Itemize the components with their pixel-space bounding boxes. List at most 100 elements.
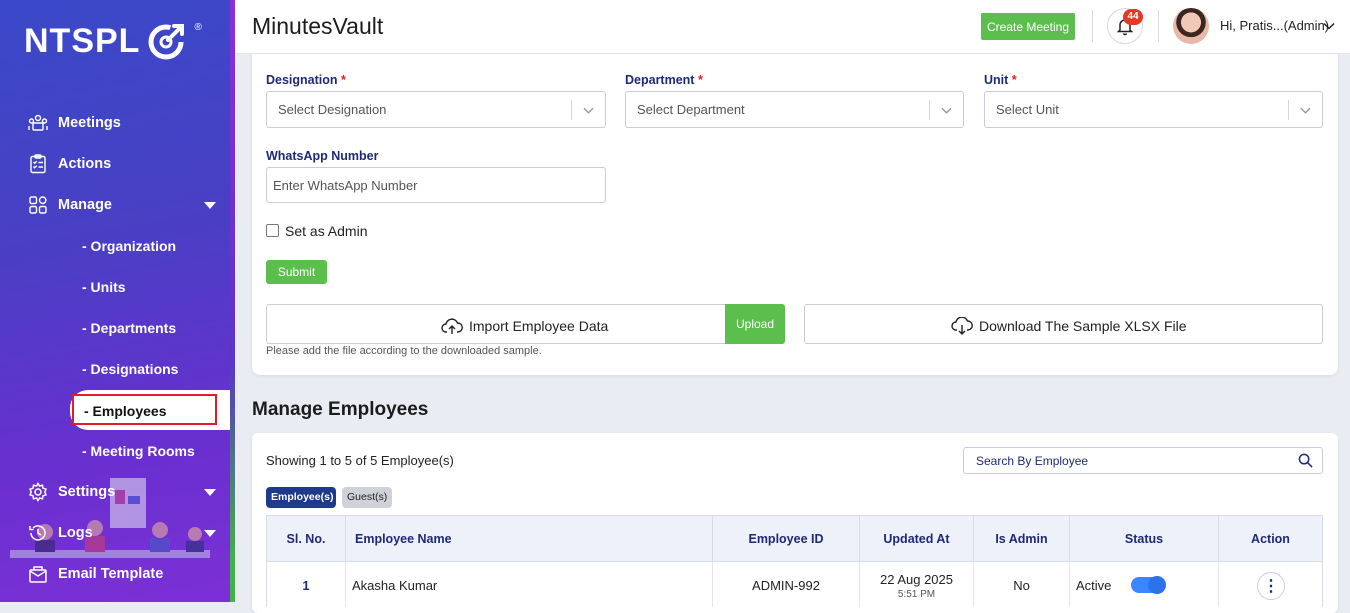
cell-employee-name: Akasha Kumar — [346, 562, 713, 607]
sidebar-item-label: Logs — [58, 525, 93, 541]
sidebar-item-email-template[interactable]: Email Template — [28, 562, 163, 586]
table-header: Sl. No. Employee Name Employee ID Update… — [266, 515, 1323, 562]
cloud-download-icon — [951, 317, 973, 335]
sidebar-subitem-units[interactable]: - Units — [82, 279, 126, 299]
brand-logo[interactable]: NTSPL ® — [24, 20, 202, 62]
status-toggle[interactable] — [1131, 576, 1166, 594]
sidebar-item-label: Actions — [58, 156, 112, 172]
table-row: 1 Akasha Kumar ADMIN-992 22 Aug 2025 5:5… — [266, 562, 1323, 607]
search-icon[interactable] — [1298, 453, 1313, 468]
download-sample-text: Download The Sample XLSX File — [979, 318, 1187, 334]
cloud-upload-icon — [441, 318, 463, 334]
manage-grid-icon — [29, 196, 47, 214]
showing-count: Showing 1 to 5 of 5 Employee(s) — [266, 453, 454, 468]
department-label-text: Department — [625, 73, 695, 87]
logo-arrow-icon — [148, 24, 185, 60]
user-greeting[interactable]: Hi, Pratis...(Admin) — [1220, 18, 1329, 33]
sidebar-edge-accent — [230, 0, 235, 602]
section-title: Manage Employees — [252, 399, 429, 420]
set-admin-label[interactable]: Set as Admin — [285, 223, 368, 239]
submit-button[interactable]: Submit — [266, 260, 327, 284]
updated-time: 5:51 PM — [897, 589, 936, 600]
sidebar-item-meetings[interactable]: Meetings — [28, 111, 121, 135]
column-header[interactable]: Status — [1070, 516, 1219, 561]
column-header[interactable]: Employee Name — [346, 516, 713, 561]
sidebar-item-actions[interactable]: Actions — [28, 152, 111, 176]
status-text: Active — [1076, 578, 1112, 593]
actions-checklist-icon — [30, 154, 46, 174]
sidebar-item-logs[interactable]: Logs — [28, 521, 93, 545]
import-employee-dropzone[interactable]: Import Employee Data Upload — [266, 304, 785, 344]
unit-placeholder: Select Unit — [996, 102, 1059, 117]
cell-sl-no: 1 — [267, 562, 346, 607]
unit-label: Unit * — [984, 73, 1017, 87]
whatsapp-number-input[interactable]: Enter WhatsApp Number — [266, 167, 606, 203]
required-mark: * — [697, 73, 703, 87]
cell-is-admin: No — [974, 562, 1070, 607]
manage-expand-caret-icon[interactable] — [204, 202, 216, 209]
select-separator — [571, 100, 572, 120]
logs-expand-caret-icon[interactable] — [204, 530, 216, 537]
column-header[interactable]: Sl. No. — [267, 516, 346, 561]
notification-count-badge: 44 — [1123, 9, 1143, 25]
sidebar-subitem-departments[interactable]: - Departments — [82, 320, 176, 340]
department-select[interactable]: Select Department — [625, 91, 964, 128]
sidebar-subitem-employees[interactable]: - Employees — [72, 394, 217, 425]
create-meeting-button[interactable]: Create Meeting — [981, 13, 1075, 40]
logo-text: NTSPL — [24, 21, 141, 60]
required-mark: * — [1011, 73, 1017, 87]
employee-search-input[interactable]: Search By Employee — [963, 447, 1323, 474]
sidebar-subitem-organization[interactable]: - Organization — [82, 238, 176, 258]
header-divider — [1092, 10, 1093, 42]
download-sample-button[interactable]: Download The Sample XLSX File — [804, 304, 1323, 344]
tab-employees[interactable]: Employee(s) — [266, 487, 336, 508]
cell-updated-at: 22 Aug 2025 5:51 PM — [860, 562, 974, 607]
tab-guests[interactable]: Guest(s) — [342, 487, 392, 508]
designation-label: Designation * — [266, 73, 346, 87]
unit-select[interactable]: Select Unit — [984, 91, 1323, 128]
designation-placeholder: Select Designation — [278, 102, 387, 117]
chevron-down-icon — [1300, 107, 1311, 114]
upload-hint: Please add the file according to the dow… — [266, 345, 542, 357]
settings-expand-caret-icon[interactable] — [204, 489, 216, 496]
import-employee-text: Import Employee Data — [469, 318, 609, 334]
sidebar-item-settings[interactable]: Settings — [28, 480, 115, 504]
select-separator — [929, 100, 930, 120]
top-header: MinutesVault Create Meeting 44 Hi, Prati… — [235, 0, 1350, 54]
column-header[interactable]: Updated At — [860, 516, 974, 561]
unit-label-text: Unit — [984, 73, 1009, 87]
sidebar: NTSPL ® Meetings Actions Manage - Organi… — [0, 0, 230, 602]
sidebar-item-manage[interactable]: Manage — [28, 193, 112, 217]
import-employee-label: Import Employee Data — [441, 317, 608, 335]
sidebar-item-label: Email Template — [58, 566, 164, 582]
user-avatar[interactable] — [1173, 8, 1209, 44]
app-title: MinutesVault — [252, 13, 384, 39]
sidebar-item-label: Settings — [58, 484, 116, 500]
chevron-down-icon — [941, 107, 952, 114]
logo-registered-mark: ® — [194, 21, 202, 33]
download-sample-label: Download The Sample XLSX File — [951, 317, 1187, 335]
column-header[interactable]: Employee ID — [713, 516, 860, 561]
sidebar-item-label: Manage — [58, 197, 112, 213]
required-mark: * — [341, 73, 346, 87]
meetings-icon — [28, 114, 48, 131]
more-options-icon[interactable]: ⋮ — [1257, 572, 1285, 600]
designation-select[interactable]: Select Designation — [266, 91, 606, 128]
department-placeholder: Select Department — [637, 102, 745, 117]
whatsapp-placeholder: Enter WhatsApp Number — [273, 178, 418, 193]
logs-clock-icon — [29, 525, 46, 541]
cell-employee-id: ADMIN-992 — [713, 562, 860, 607]
column-header[interactable]: Is Admin — [974, 516, 1070, 561]
department-label: Department * — [625, 73, 703, 87]
set-admin-checkbox[interactable] — [266, 224, 279, 237]
chevron-down-icon — [583, 107, 594, 114]
column-header[interactable]: Action — [1219, 516, 1322, 561]
settings-gear-icon — [28, 482, 48, 502]
chevron-down-icon[interactable] — [1323, 20, 1335, 32]
sidebar-subitem-meeting-rooms[interactable]: - Meeting Rooms — [82, 443, 195, 463]
sidebar-subitem-designations[interactable]: - Designations — [82, 361, 178, 381]
upload-button[interactable]: Upload — [725, 304, 785, 344]
whatsapp-label: WhatsApp Number — [266, 149, 379, 163]
designation-label-text: Designation — [266, 73, 338, 87]
email-icon — [29, 566, 47, 583]
